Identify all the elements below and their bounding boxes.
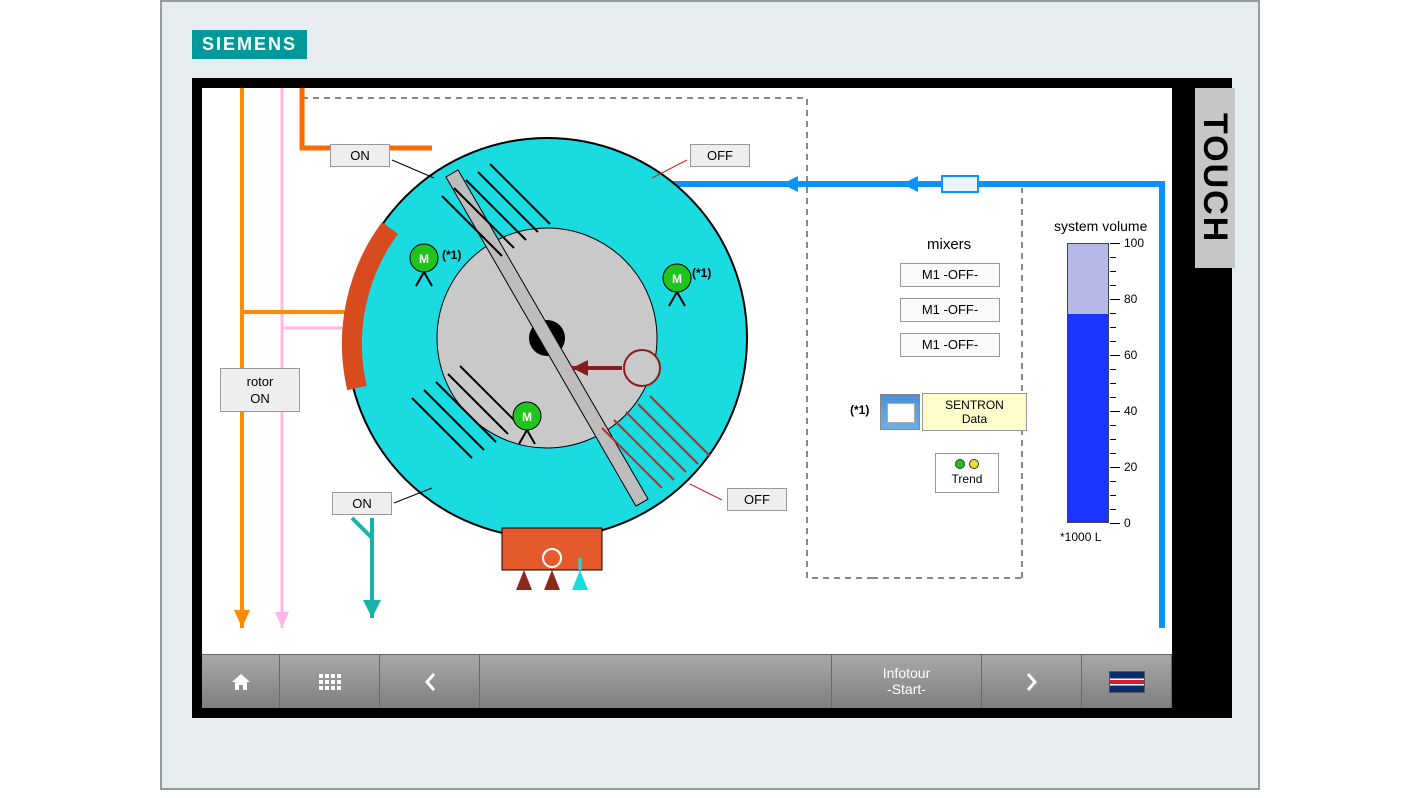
chevron-left-icon — [423, 672, 437, 692]
infotour-line2: -Start- — [887, 682, 926, 697]
process-diagram: M M M — [202, 88, 1172, 654]
home-button[interactable] — [202, 655, 280, 708]
nav-spacer — [480, 655, 832, 708]
screen: M M M — [202, 88, 1172, 708]
trend-label: Trend — [936, 472, 998, 486]
language-button[interactable] — [1082, 655, 1172, 708]
svg-text:M: M — [419, 252, 429, 266]
tick-label: 80 — [1124, 292, 1137, 306]
mixer-2-button[interactable]: M1 -OFF- — [900, 298, 1000, 322]
bezel: TOUCH — [192, 78, 1232, 718]
grid-button[interactable] — [280, 655, 380, 708]
sysvol-bar — [1067, 243, 1109, 523]
sentron-thumb-icon[interactable] — [880, 394, 920, 430]
sysvol-scale: 020406080100 — [1110, 243, 1128, 523]
hmi-frame: SIEMENS TOUCH — [160, 0, 1260, 790]
mixers-title: mixers — [927, 236, 971, 253]
tick-label: 100 — [1124, 236, 1144, 250]
next-button[interactable] — [982, 655, 1082, 708]
off-bot-label: OFF — [727, 488, 787, 511]
sysvol-unit: *1000 L — [1060, 530, 1101, 544]
motor-note-b: (*1) — [692, 266, 711, 280]
chevron-right-icon — [1025, 672, 1039, 692]
infotour-button[interactable]: Infotour -Start- — [832, 655, 982, 708]
sentron-note: (*1) — [850, 403, 869, 417]
grid-icon — [319, 674, 341, 690]
sysvol-bar-fill — [1068, 314, 1108, 523]
on-top-label: ON — [330, 144, 390, 167]
home-icon — [230, 672, 252, 692]
tick-label: 20 — [1124, 460, 1137, 474]
prev-button[interactable] — [380, 655, 480, 708]
svg-text:M: M — [672, 272, 682, 286]
infotour-line1: Infotour — [883, 666, 930, 681]
sentron-button[interactable]: SENTRON Data — [922, 393, 1027, 431]
off-top-label: OFF — [690, 144, 750, 167]
touch-label: TOUCH — [1195, 88, 1235, 268]
rotor-label: rotor ON — [220, 368, 300, 412]
tick-label: 40 — [1124, 404, 1137, 418]
svg-text:M: M — [522, 410, 532, 424]
motor-note-a: (*1) — [442, 248, 461, 262]
tick-label: 0 — [1124, 516, 1131, 530]
tick-label: 60 — [1124, 348, 1137, 362]
on-bot-label: ON — [332, 492, 392, 515]
uk-flag-icon — [1109, 671, 1145, 693]
trend-button[interactable]: Trend — [935, 453, 999, 493]
mixer-1-button[interactable]: M1 -OFF- — [900, 263, 1000, 287]
mixer-3-button[interactable]: M1 -OFF- — [900, 333, 1000, 357]
nav-bar: Infotour -Start- — [202, 654, 1172, 708]
brand-logo: SIEMENS — [192, 30, 307, 59]
sysvol-bar-empty — [1068, 244, 1108, 314]
sysvol-title: system volume — [1054, 218, 1147, 234]
